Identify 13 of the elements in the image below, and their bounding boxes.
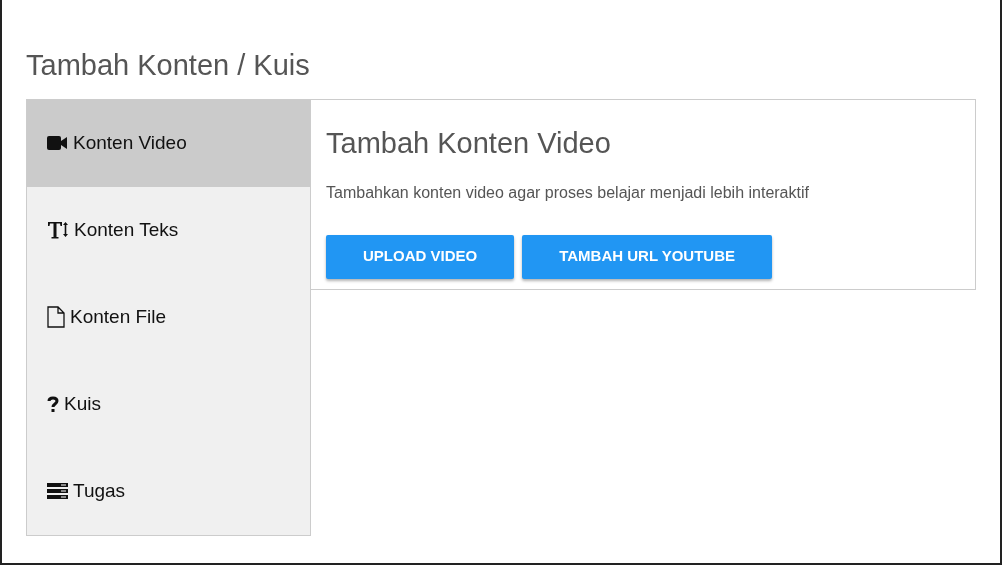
panel-description: Tambahkan konten video agar proses belajar menjadi lebih interaktif [326,182,810,203]
text-height-icon [47,220,69,241]
sidebar-item[interactable]: Konten Teks [27,186,310,274]
panel-heading: Tambah Konten Video [326,125,612,161]
sidebar-item[interactable]: Kuis [27,360,310,448]
sidebar-item[interactable]: Konten Video [27,99,310,187]
question-mark-icon [47,395,59,413]
sidebar-item[interactable]: Konten File [27,273,310,361]
dialog-title: Tambah Konten / Kuis [26,48,311,83]
file-icon [47,306,65,329]
sidebar-item[interactable]: Tugas [27,447,310,535]
video-camera-icon [47,135,68,152]
tasks-icon [47,483,68,500]
